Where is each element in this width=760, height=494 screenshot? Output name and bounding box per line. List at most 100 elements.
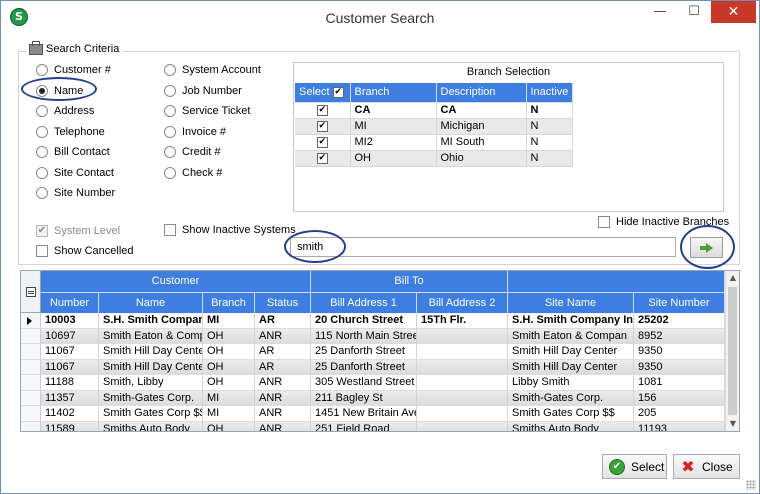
radio-system-account[interactable]: System Account <box>164 63 261 77</box>
scroll-up-icon[interactable]: ▲ <box>726 271 739 285</box>
show-inactive-systems-checkbox[interactable]: Show Inactive Systems <box>164 223 296 237</box>
show-cancelled-checkbox[interactable]: Show Cancelled <box>36 244 134 258</box>
row-header[interactable] <box>21 406 41 422</box>
branch-select-checkbox[interactable]: ✔ <box>316 120 328 132</box>
col-name[interactable]: Name <box>99 292 203 313</box>
cell-status: ANR <box>255 406 311 422</box>
cell-number: 10003 <box>41 313 99 329</box>
scroll-down-icon[interactable]: ▼ <box>726 417 739 431</box>
cell-status: AR <box>255 313 311 329</box>
radio-address[interactable]: Address <box>36 104 94 118</box>
results-grid: Customer Bill To Number Name Branch Stat… <box>20 270 740 432</box>
row-header[interactable] <box>21 421 41 431</box>
branch-row[interactable]: ✔ MI Michigan N <box>295 118 574 135</box>
radio-job-number[interactable]: Job Number <box>164 84 242 98</box>
cell-status: ANR <box>255 390 311 406</box>
resize-grip-icon[interactable] <box>746 480 756 490</box>
radio-dot <box>164 125 176 138</box>
search-go-button[interactable] <box>690 237 723 258</box>
cell-site-number: 156 <box>634 390 725 406</box>
band-customer: Customer <box>41 271 311 292</box>
table-row[interactable]: 11402 Smith Gates Corp $$ MI ANR 1451 New Br… <box>21 406 725 422</box>
table-row[interactable]: 11188 Smith, Libby OH ANR 305 Westland Stree… <box>21 375 725 391</box>
results-scrollbar[interactable]: ▲ ▼ <box>725 271 739 431</box>
branch-col-select[interactable]: Select ✔ <box>295 83 351 103</box>
radio-site-number[interactable]: Site Number <box>36 186 115 200</box>
branch-col-description[interactable]: Description <box>436 83 527 103</box>
branch-row[interactable]: ✔ CA CA N <box>295 102 574 119</box>
select-button-label: Select <box>631 459 665 474</box>
table-row[interactable]: 10697Smith Eaton & CompanyOHANR115 North… <box>21 328 725 344</box>
col-status[interactable]: Status <box>255 292 311 313</box>
radio-service-ticket[interactable]: Service Ticket <box>164 104 250 118</box>
branch-select-checkbox[interactable]: ✔ <box>316 152 328 164</box>
radio-name[interactable]: Name <box>36 84 83 98</box>
column-chooser-button[interactable] <box>21 271 41 313</box>
hide-inactive-branches-checkbox[interactable]: Hide Inactive Branches <box>598 215 729 229</box>
maximize-button[interactable]: ☐ <box>677 1 711 23</box>
select-all-checkbox[interactable]: ✔ <box>332 86 344 98</box>
branch-row[interactable]: ✔ OH Ohio N <box>295 150 574 167</box>
radio-invoice[interactable]: Invoice # <box>164 125 226 139</box>
close-button[interactable]: ✖ Close <box>673 454 740 479</box>
cell-name: Smith, Libby <box>99 375 203 391</box>
col-bill-address-1[interactable]: Bill Address 1 <box>311 292 417 313</box>
cell-status: AR <box>255 359 311 375</box>
scroll-thumb[interactable] <box>728 287 737 415</box>
branch-code-cell: MI <box>350 118 437 135</box>
search-criteria-label: Search Criteria <box>46 43 120 55</box>
cell-site-number: 9350 <box>634 344 725 360</box>
cell-bill-address-1: 305 Westland Street <box>311 375 417 391</box>
system-level-checkbox[interactable]: ✔ System Level <box>36 224 120 238</box>
branch-select-cell[interactable]: ✔ <box>295 118 351 135</box>
col-site-name[interactable]: Site Name <box>508 292 634 313</box>
branch-select-checkbox[interactable]: ✔ <box>316 136 328 148</box>
cell-site-number: 205 <box>634 406 725 422</box>
branch-select-cell[interactable]: ✔ <box>295 134 351 151</box>
radio-customer[interactable]: Customer # <box>36 63 111 77</box>
col-number[interactable]: Number <box>41 292 99 313</box>
cell-site-name: Libby Smith <box>508 375 634 391</box>
branch-select-checkbox[interactable]: ✔ <box>316 104 328 116</box>
radio-dot <box>36 64 48 76</box>
cell-site-name: Smith Hill Day Center <box>508 344 634 360</box>
radio-label: Service Ticket <box>182 105 251 117</box>
radio-site-contact[interactable]: Site Contact <box>36 166 114 180</box>
minimize-button[interactable]: — <box>643 1 677 23</box>
row-header[interactable] <box>21 328 41 344</box>
table-row[interactable]: 11589 Smiths Auto Body OH ANR 251 Field Road… <box>21 421 725 431</box>
radio-bill-contact[interactable]: Bill Contact <box>36 145 110 159</box>
branch-selection-table: Select ✔ Branch Description Inactive ✔ CA… <box>295 83 574 167</box>
cell-branch: OH <box>203 344 255 360</box>
radio-credit[interactable]: Credit # <box>164 145 221 159</box>
radio-check[interactable]: Check # <box>164 166 222 180</box>
branch-col-branch[interactable]: Branch <box>350 83 437 103</box>
col-branch[interactable]: Branch <box>203 292 255 313</box>
close-window-button[interactable]: ✕ <box>711 1 756 23</box>
branch-select-cell[interactable]: ✔ <box>295 102 351 119</box>
select-button[interactable]: ✔ Select <box>602 454 667 479</box>
col-bill-address-2[interactable]: Bill Address 2 <box>417 292 508 313</box>
cell-bill-address-1: 20 Church Street <box>311 313 417 329</box>
col-site-number[interactable]: Site Number <box>634 292 725 313</box>
search-input[interactable] <box>290 237 676 257</box>
table-row[interactable]: 11067 Smith Hill Day Center OH AR 25 Danfort… <box>21 359 725 375</box>
cell-status: ANR <box>255 421 311 431</box>
green-arrow-icon <box>699 242 714 253</box>
table-row[interactable]: 11067 Smith Hill Day Center OH AR 25 Danfort… <box>21 344 725 360</box>
radio-telephone[interactable]: Telephone <box>36 125 105 139</box>
cell-number: 11402 <box>41 406 99 422</box>
row-header[interactable] <box>21 344 41 360</box>
row-header[interactable] <box>21 313 41 329</box>
table-row[interactable]: 11357 Smith-Gates Corp. MI ANR 211 Bagley St… <box>21 390 725 406</box>
table-row[interactable]: 10003S.H. Smith Company IncMIAR20 Church… <box>21 313 725 329</box>
cell-site-number: 8952 <box>634 328 725 344</box>
branch-row[interactable]: ✔ MI2 MI South N <box>295 134 574 151</box>
branch-inactive-cell: N <box>526 134 574 151</box>
branch-select-cell[interactable]: ✔ <box>295 150 351 167</box>
row-header[interactable] <box>21 390 41 406</box>
row-header[interactable] <box>21 375 41 391</box>
branch-col-inactive[interactable]: Inactive <box>526 83 574 103</box>
row-header[interactable] <box>21 359 41 375</box>
title-bar: S Customer Search — ☐ ✕ <box>1 1 759 34</box>
